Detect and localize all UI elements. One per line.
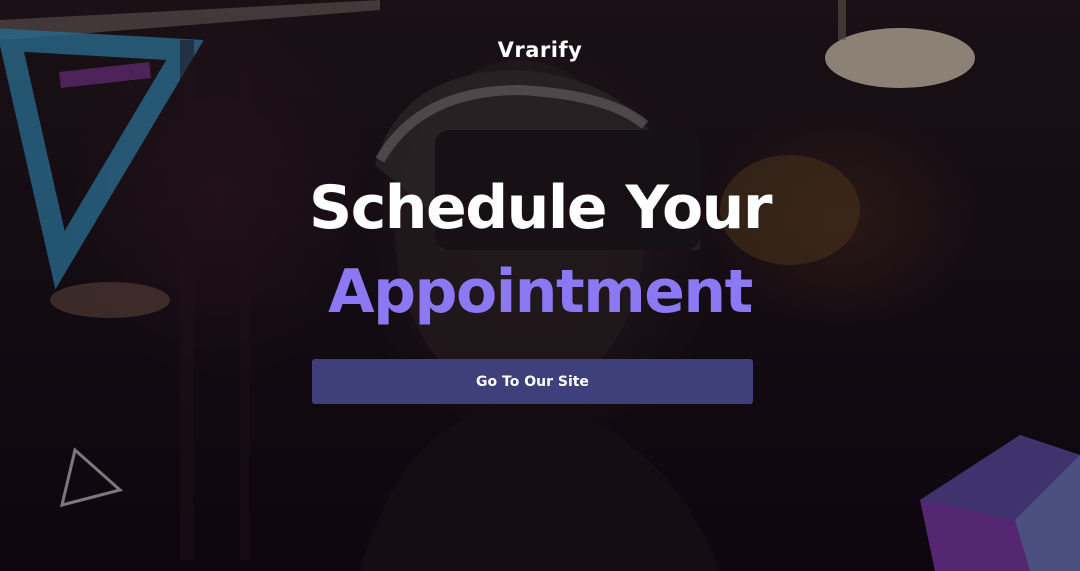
brand-logo[interactable]: Vrarify [0,38,1080,62]
hero-section: Vrarify Schedule Your Appointment Go To … [0,0,1080,571]
title-line-2-accent: Appointment [328,257,753,327]
go-to-site-button[interactable]: Go To Our Site [312,359,753,404]
page-title: Schedule Your Appointment [0,166,1080,334]
title-line-1: Schedule Your [309,173,772,243]
